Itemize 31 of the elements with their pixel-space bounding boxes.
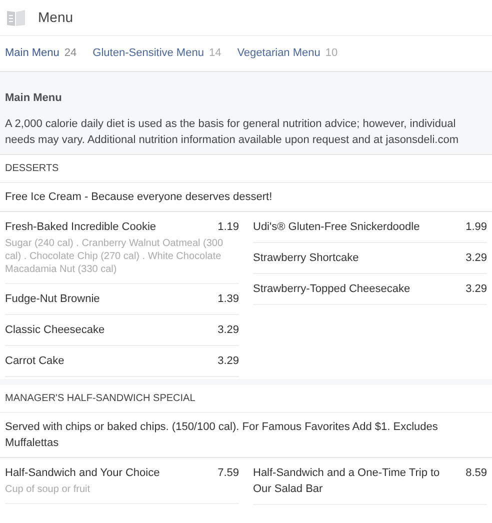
item-name: Strawberry-Topped Cheesecake <box>253 282 410 296</box>
menu-tab[interactable]: Gluten-Sensitive Menu 14 <box>92 45 222 62</box>
item-price: 3.29 <box>466 250 487 266</box>
item-description: Sugar (240 cal) . Cranberry Walnut Oatmeal (300 cal) . Chocolate Chip (270 cal) . White Chocolate Macadamia Nut (330 cal) <box>5 236 224 276</box>
item-name: Half-Sandwich and a One-Time Trip to Our Salad Bar <box>253 466 441 496</box>
category-header: DESSERTS <box>0 154 492 182</box>
nutrition-note: A 2,000 calorie daily diet is used as the basis for general nutrition advice; however, individual needs may vary. Additional nutrition information available upon request and at jasonsdeli.com <box>5 116 460 148</box>
category-note: Free Ice Cream - Because everyone deserves dessert! <box>0 182 492 212</box>
item-price: 7.59 <box>218 466 239 480</box>
item-name: Strawberry Shortcake <box>253 250 359 266</box>
item-price: 3.29 <box>218 354 239 368</box>
item-name: Fresh-Baked Incredible Cookie <box>5 220 156 234</box>
section-heading: Main Menu <box>5 91 63 106</box>
item-description: Cup of soup or fruit <box>5 482 92 496</box>
category-header: MANAGER'S HALF-SANDWICH SPECIAL <box>0 384 492 412</box>
item-name: Half-Sandwich and Your Choice <box>5 466 160 480</box>
item-price: 3.29 <box>466 282 487 296</box>
item-name: Carrot Cake <box>5 354 64 368</box>
page-title: Menu <box>38 8 74 27</box>
item-price: 1.19 <box>218 220 239 234</box>
menu-tab[interactable]: Vegetarian Menu 10 <box>237 45 338 62</box>
menu-tab[interactable]: Main Menu 24 <box>5 45 77 62</box>
item-price: 1.39 <box>218 292 239 306</box>
item-name: Classic Cheesecake <box>5 322 105 338</box>
item-price: 1.99 <box>466 220 487 234</box>
item-name: Fudge-Nut Brownie <box>5 292 100 306</box>
item-price: 3.29 <box>218 322 239 338</box>
item-name: Udi's® Gluten-Free Snickerdoodle <box>253 220 420 234</box>
book-icon <box>6 8 26 26</box>
item-price: 8.59 <box>466 466 487 480</box>
category-note: Served with chips or baked chips. (150/100 cal). For Famous Favorites Add $1. Excludes Muffalettas <box>0 412 492 458</box>
